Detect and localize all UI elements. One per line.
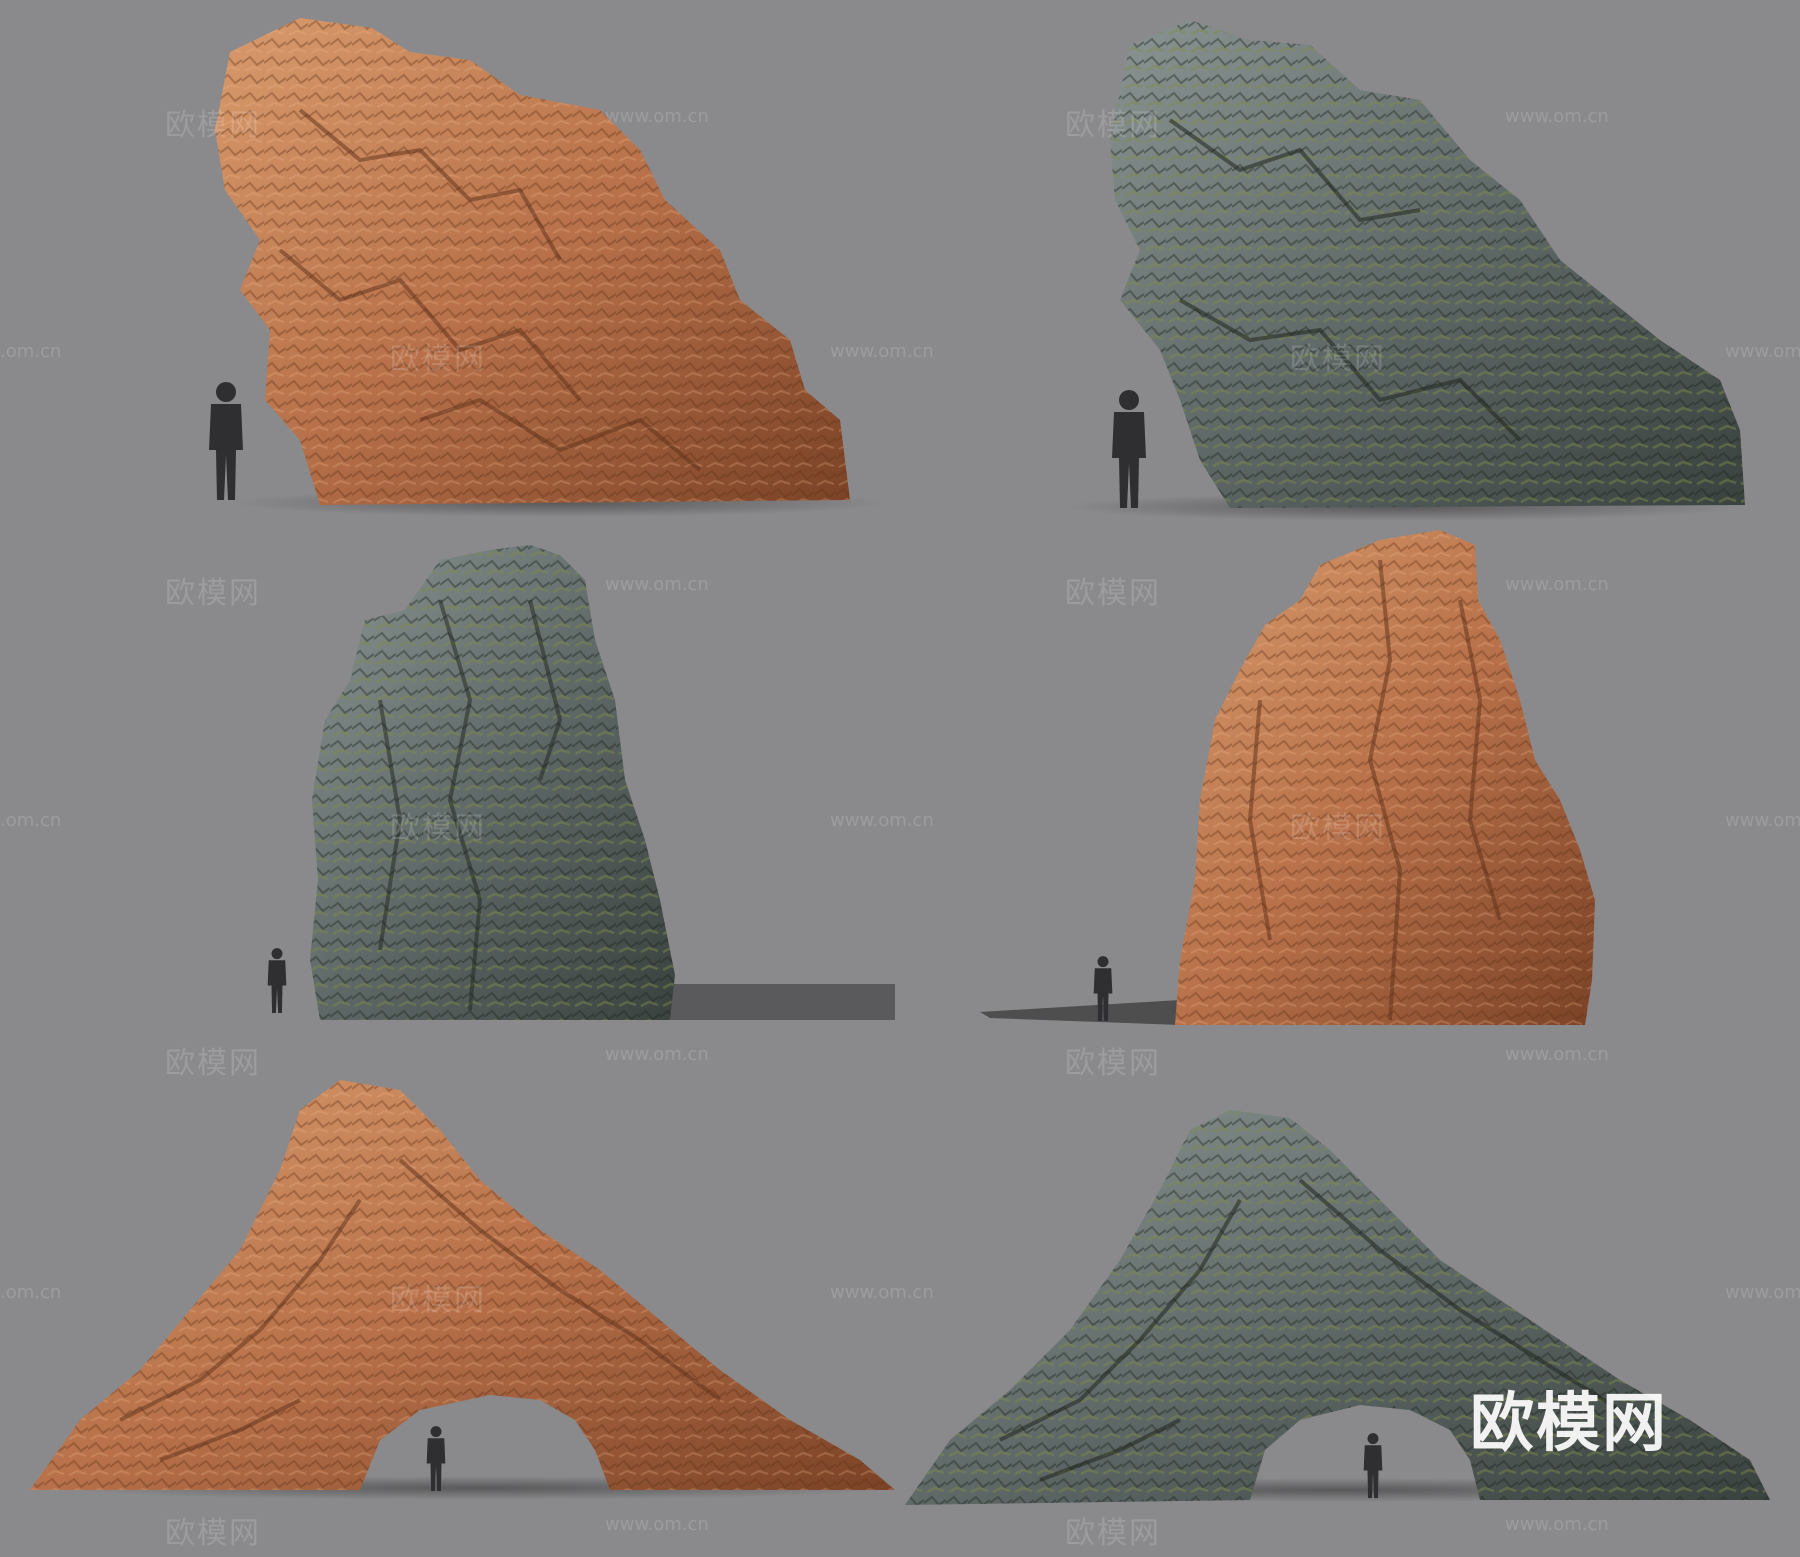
watermark-url: www.om.cn [1505,1514,1609,1535]
watermark-url: www.om.cn [1505,574,1609,595]
watermark-url: www.om.cn [1725,810,1800,831]
watermark-url: www.om.cn [1725,341,1800,362]
watermark-site-name: 欧模网 [1065,1516,1161,1551]
rock-models-render [30,18,1780,1505]
watermark-url: www.om.cn [830,1282,934,1303]
panel-3-mossy-pillar [267,545,895,1020]
scale-person-silhouette [267,948,287,1013]
panel-2-mossy-boulder [1060,20,1745,521]
scale-person-silhouette [209,382,243,500]
watermark-url: www.om.cn [605,1044,709,1065]
scale-person-silhouette [1112,390,1146,508]
watermark-site-name: 欧模网 [165,576,261,611]
watermark-url: www.om.cn [1505,106,1609,127]
watermark-url: www.om.cn [605,106,709,127]
watermark-url: www.om.cn [605,1514,709,1535]
watermark-site-name: 欧模网 [390,342,486,377]
watermark-url: www.om.cn [830,341,934,362]
watermark-url: www.om.cn [605,574,709,595]
watermark-url: www.om.cn [1505,1044,1609,1065]
watermark-site-name: 欧模网 [1065,1046,1161,1081]
watermark-url: www.om.cn [1725,1282,1800,1303]
watermark-site-name: 欧模网 [165,108,261,143]
watermark-url: www.om.cn [830,810,934,831]
watermark-site-name: 欧模网 [165,1046,261,1081]
watermark-site-name: 欧模网 [1065,576,1161,611]
watermark-site-name: 欧模网 [390,811,486,846]
watermark-site-name: 欧模网 [1290,811,1386,846]
watermark-site-name: 欧模网 [390,1283,486,1318]
site-logo: 欧模网 [1470,1387,1668,1461]
watermark-url-fragment: .om.cn [0,810,62,831]
watermark-site-name: 欧模网 [1065,108,1161,143]
watermark-url-fragment: .om.cn [0,1282,62,1303]
panel-1-sandstone-boulder [209,18,890,517]
watermark-site-name: 欧模网 [1290,342,1386,377]
watermark-url-fragment: .om.cn [0,341,62,362]
watermark-site-name: 欧模网 [165,1516,261,1551]
